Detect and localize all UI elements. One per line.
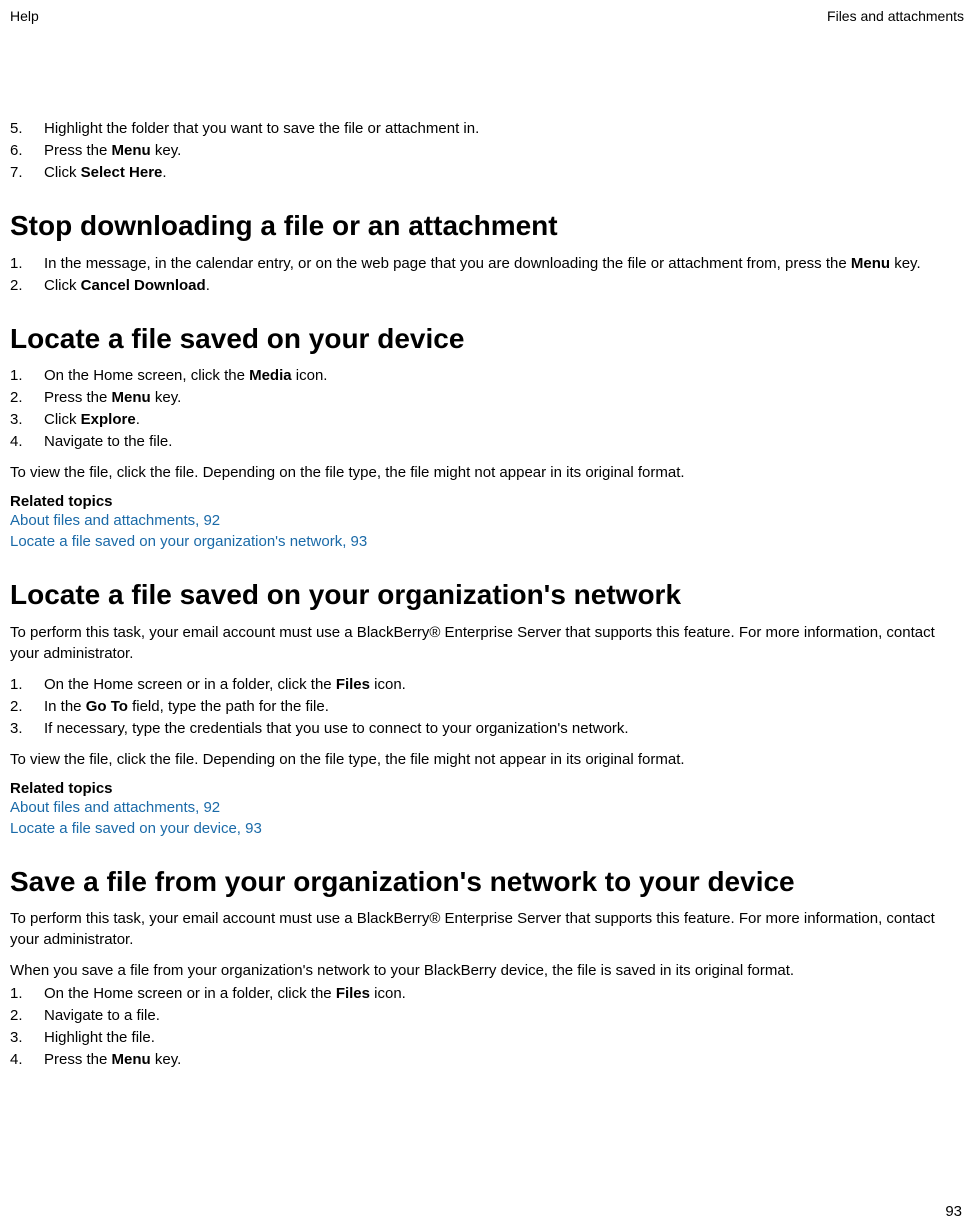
step-text: Press the Menu key. <box>44 387 950 408</box>
related-topics-heading: Related topics <box>10 780 950 797</box>
related-link[interactable]: About files and attachments, 92 <box>10 510 950 531</box>
steps-locate-network: 1. On the Home screen or in a folder, cl… <box>10 674 950 739</box>
section-heading: Save a file from your organization's net… <box>10 865 950 899</box>
step-number: 1. <box>10 365 44 386</box>
related-link[interactable]: Locate a file saved on your organization… <box>10 531 950 552</box>
note-paragraph: To view the file, click the file. Depend… <box>10 462 950 483</box>
step-text: Click Explore. <box>44 409 950 430</box>
list-item: 2. Navigate to a file. <box>10 1005 950 1026</box>
related-link[interactable]: About files and attachments, 92 <box>10 797 950 818</box>
step-number: 3. <box>10 1027 44 1048</box>
list-item: 6. Press the Menu key. <box>10 140 950 161</box>
note-paragraph: To view the file, click the file. Depend… <box>10 749 950 770</box>
list-item: 1. In the message, in the calendar entry… <box>10 253 950 274</box>
step-text: Press the Menu key. <box>44 1049 950 1070</box>
list-item: 2. Press the Menu key. <box>10 387 950 408</box>
list-item: 1. On the Home screen or in a folder, cl… <box>10 674 950 695</box>
step-text: On the Home screen or in a folder, click… <box>44 983 950 1004</box>
step-text: Highlight the folder that you want to sa… <box>44 118 950 139</box>
list-item: 5. Highlight the folder that you want to… <box>10 118 950 139</box>
steps-continuation: 5. Highlight the folder that you want to… <box>10 118 950 183</box>
step-number: 6. <box>10 140 44 161</box>
prerequisite-paragraph: To perform this task, your email account… <box>10 622 950 664</box>
list-item: 4. Navigate to the file. <box>10 431 950 452</box>
page-number: 93 <box>945 1203 962 1220</box>
step-text: If necessary, type the credentials that … <box>44 718 950 739</box>
list-item: 2. Click Cancel Download. <box>10 275 950 296</box>
step-number: 5. <box>10 118 44 139</box>
step-number: 1. <box>10 674 44 695</box>
list-item: 1. On the Home screen or in a folder, cl… <box>10 983 950 1004</box>
step-text: Navigate to a file. <box>44 1005 950 1026</box>
step-text: In the Go To field, type the path for th… <box>44 696 950 717</box>
steps-stop-download: 1. In the message, in the calendar entry… <box>10 253 950 296</box>
list-item: 2. In the Go To field, type the path for… <box>10 696 950 717</box>
step-text: On the Home screen or in a folder, click… <box>44 674 950 695</box>
section-heading: Locate a file saved on your device <box>10 322 950 356</box>
page-header: Help Files and attachments <box>0 0 974 28</box>
steps-locate-device: 1. On the Home screen, click the Media i… <box>10 365 950 452</box>
list-item: 3. Click Explore. <box>10 409 950 430</box>
related-link[interactable]: Locate a file saved on your device, 93 <box>10 818 950 839</box>
list-item: 3. If necessary, type the credentials th… <box>10 718 950 739</box>
step-text: Press the Menu key. <box>44 140 950 161</box>
step-number: 1. <box>10 253 44 274</box>
list-item: 3. Highlight the file. <box>10 1027 950 1048</box>
header-left: Help <box>10 8 39 24</box>
step-number: 4. <box>10 1049 44 1070</box>
step-number: 3. <box>10 409 44 430</box>
page-content: 5. Highlight the folder that you want to… <box>0 28 960 1070</box>
step-number: 7. <box>10 162 44 183</box>
step-number: 4. <box>10 431 44 452</box>
step-number: 1. <box>10 983 44 1004</box>
related-topics-heading: Related topics <box>10 493 950 510</box>
step-number: 2. <box>10 387 44 408</box>
step-number: 3. <box>10 718 44 739</box>
header-right: Files and attachments <box>827 8 964 24</box>
step-text: On the Home screen, click the Media icon… <box>44 365 950 386</box>
section-heading: Locate a file saved on your organization… <box>10 578 950 612</box>
step-text: Navigate to the file. <box>44 431 950 452</box>
note-paragraph: When you save a file from your organizat… <box>10 960 950 981</box>
step-number: 2. <box>10 275 44 296</box>
section-heading: Stop downloading a file or an attachment <box>10 209 950 243</box>
step-text: Click Cancel Download. <box>44 275 950 296</box>
list-item: 7. Click Select Here. <box>10 162 950 183</box>
step-text: Highlight the file. <box>44 1027 950 1048</box>
step-number: 2. <box>10 696 44 717</box>
list-item: 4. Press the Menu key. <box>10 1049 950 1070</box>
steps-save-from-network: 1. On the Home screen or in a folder, cl… <box>10 983 950 1070</box>
list-item: 1. On the Home screen, click the Media i… <box>10 365 950 386</box>
prerequisite-paragraph: To perform this task, your email account… <box>10 908 950 950</box>
step-text: Click Select Here. <box>44 162 950 183</box>
step-number: 2. <box>10 1005 44 1026</box>
step-text: In the message, in the calendar entry, o… <box>44 253 950 274</box>
